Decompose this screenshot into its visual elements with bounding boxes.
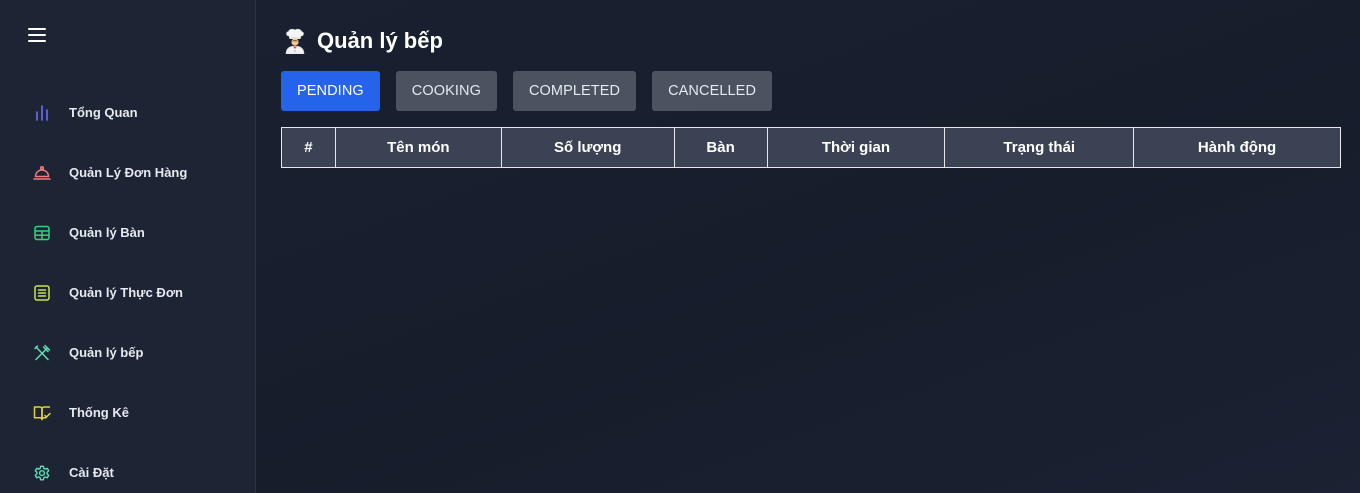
app-root: Tổng Quan Quản Lý Đơn Hàng Quản lý Bàn Q… [0,0,1360,493]
column-header-time: Thời gian [766,127,946,168]
column-header-actions: Hành động [1133,127,1341,168]
sidebar-item-label: Quản lý Thực Đơn [69,285,183,300]
hamburger-menu-icon[interactable] [28,28,46,43]
column-header-table: Bàn [673,127,768,168]
table-header-row: # Tên món Số lượng Bàn Thời gian Trạng t… [281,127,1341,168]
sidebar-item-quan-ly-don-hang[interactable]: Quản Lý Đơn Hàng [0,143,255,203]
menu-list-icon [33,284,51,302]
tab-pending[interactable]: PENDING [281,71,380,111]
page-title: Quản lý bếp [317,28,443,53]
sidebar-item-label: Quản Lý Đơn Hàng [69,165,188,180]
sidebar-item-label: Tổng Quan [69,105,138,120]
book-check-icon [33,404,51,422]
status-tabs: PENDING COOKING COMPLETED CANCELLED [281,71,788,111]
column-header-status: Trạng thái [944,127,1135,168]
page-header: Quản lý bếp [283,26,443,56]
sidebar-nav: Tổng Quan Quản Lý Đơn Hàng Quản lý Bàn Q… [0,83,255,493]
bar-chart-icon [33,104,51,122]
column-header-dish-name: Tên món [334,127,502,168]
sidebar-item-quan-ly-bep[interactable]: Quản lý bếp [0,323,255,383]
sidebar-item-label: Cài Đặt [69,465,114,480]
sidebar-item-tong-quan[interactable]: Tổng Quan [0,83,255,143]
chef-icon [285,28,305,54]
sidebar: Tổng Quan Quản Lý Đơn Hàng Quản lý Bàn Q… [0,0,256,493]
column-header-quantity: Số lượng [500,127,675,168]
sidebar-item-cai-dat[interactable]: Cài Đặt [0,443,255,493]
kitchen-orders-table: # Tên món Số lượng Bàn Thời gian Trạng t… [281,127,1341,168]
utensils-icon [33,344,51,362]
sidebar-item-quan-ly-ban[interactable]: Quản lý Bàn [0,203,255,263]
table-grid-icon [33,224,51,242]
main-content: Quản lý bếp PENDING COOKING COMPLETED CA… [256,0,1360,493]
tab-cooking[interactable]: COOKING [395,71,497,111]
sidebar-item-label: Thống Kê [69,405,129,420]
table-header: # Tên món Số lượng Bàn Thời gian Trạng t… [281,127,1341,168]
tab-cancelled[interactable]: CANCELLED [652,71,773,111]
sidebar-item-label: Quản lý bếp [69,345,144,360]
cloche-icon [33,164,51,182]
sidebar-item-thong-ke[interactable]: Thống Kê [0,383,255,443]
sidebar-item-quan-ly-thuc-don[interactable]: Quản lý Thực Đơn [0,263,255,323]
sidebar-item-label: Quản lý Bàn [69,225,145,240]
gear-icon [33,464,51,482]
tab-completed[interactable]: COMPLETED [512,71,637,111]
column-header-index: # [281,127,336,168]
